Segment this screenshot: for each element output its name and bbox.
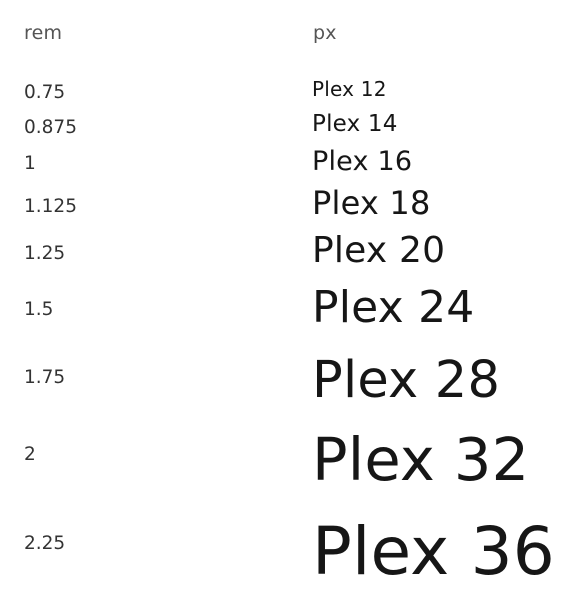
rem-value: 1.5 xyxy=(24,299,54,320)
type-sample: Plex 28 xyxy=(312,351,501,410)
type-sample: Plex 32 xyxy=(312,425,530,494)
type-sample: Plex 36 xyxy=(312,513,556,590)
rem-value: 0.75 xyxy=(24,82,66,103)
rem-value: 2.25 xyxy=(24,533,66,554)
rem-value: 0.875 xyxy=(24,117,77,138)
rem-column-header: rem xyxy=(24,22,63,44)
rem-value: 1.125 xyxy=(24,196,77,217)
type-sample: Plex 12 xyxy=(312,77,387,101)
rem-value: 1.25 xyxy=(24,243,66,264)
rem-value: 1 xyxy=(24,153,36,174)
type-sample: Plex 24 xyxy=(312,282,475,333)
rem-value: 2 xyxy=(24,444,36,465)
type-sample: Plex 16 xyxy=(312,146,413,177)
type-sample: Plex 18 xyxy=(312,184,431,222)
type-sample: Plex 20 xyxy=(312,230,446,271)
type-scale-table: rem px 0.75 Plex 12 0.875 Plex 14 1 Plex… xyxy=(0,0,587,610)
type-sample: Plex 14 xyxy=(312,111,398,137)
px-column-header: px xyxy=(313,22,337,44)
rem-value: 1.75 xyxy=(24,367,66,388)
